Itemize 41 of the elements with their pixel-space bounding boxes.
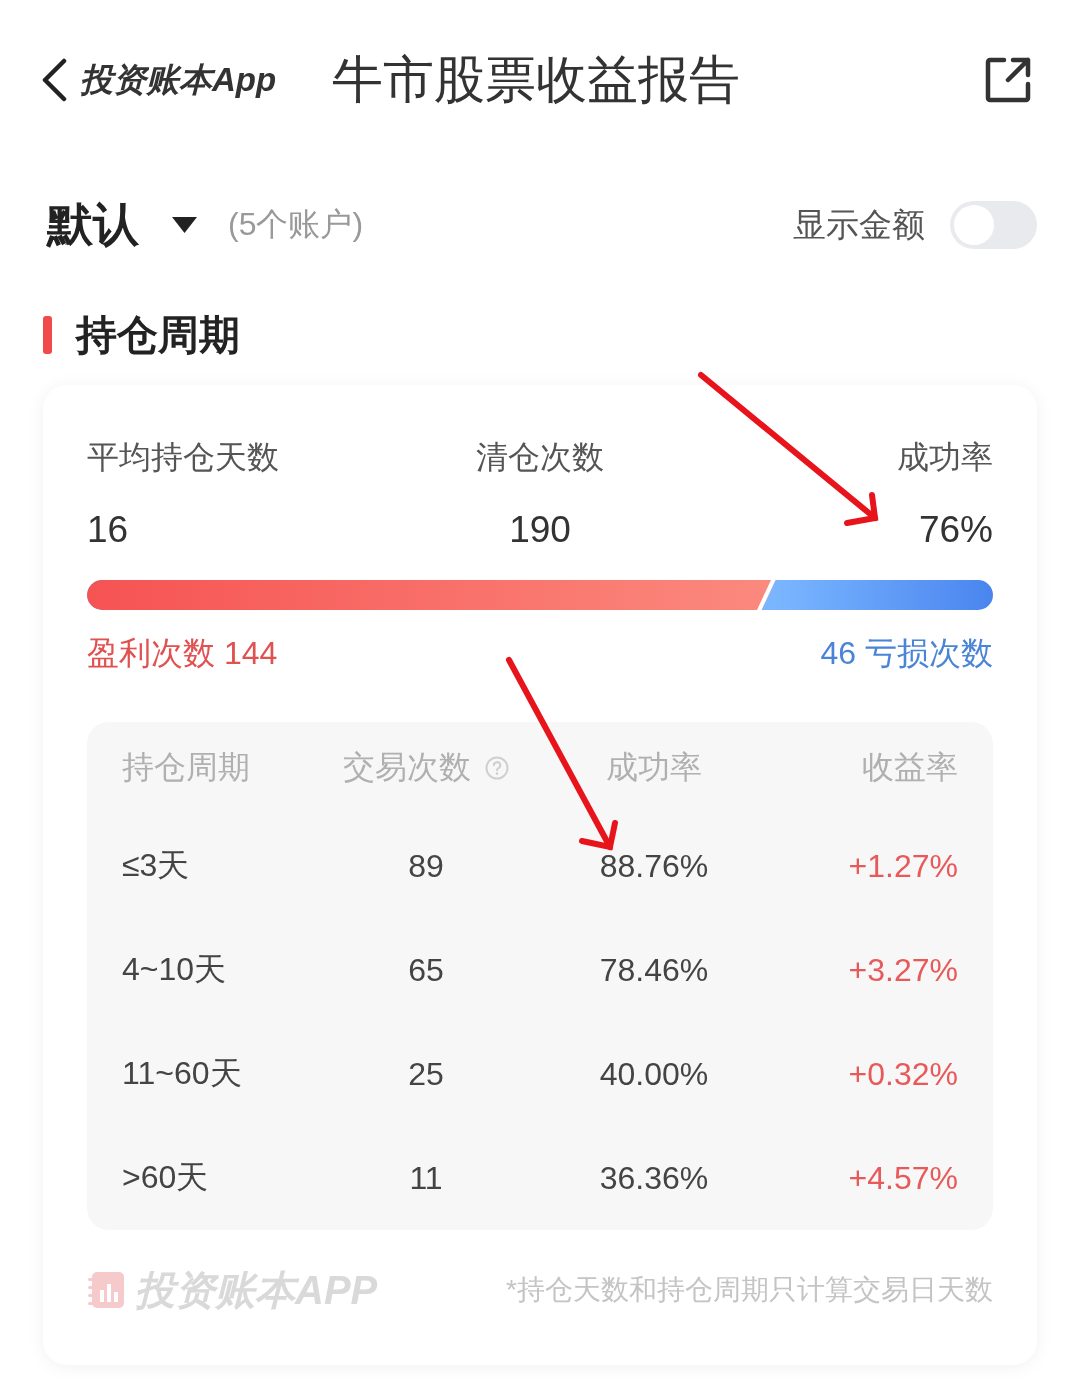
stat-label: 平均持仓天数: [87, 438, 280, 477]
stat-value: 76%: [917, 508, 993, 552]
stat-value: 16: [87, 508, 130, 552]
account-selector[interactable]: 默认: [47, 194, 198, 256]
column-header: 成功率: [606, 748, 702, 787]
table-cell: +3.27%: [848, 951, 958, 988]
table-cell: 36.36%: [599, 1159, 709, 1196]
table-cell: 11~60天: [122, 1055, 242, 1091]
chevron-left-icon: [40, 58, 68, 102]
column-header: 交易次数: [343, 748, 471, 787]
loss-count-label: 46 亏损次数: [820, 634, 993, 673]
table-cell: ≤3天: [122, 847, 190, 883]
table-cell: +1.27%: [848, 847, 958, 884]
caret-down-icon: [171, 216, 198, 234]
table-cell: 11: [409, 1159, 443, 1196]
footnote: *持仓天数和持仓周期只计算交易日天数: [506, 1273, 993, 1307]
table-cell: 78.46%: [599, 951, 709, 988]
app-logo-icon: [87, 1270, 125, 1310]
table-cell: +4.57%: [848, 1159, 958, 1196]
column-header: 持仓周期: [122, 748, 250, 787]
stat-label: 成功率: [896, 438, 993, 477]
table-cell: +0.32%: [848, 1055, 958, 1092]
section-marker-icon: [43, 316, 52, 354]
share-icon[interactable]: [984, 56, 1032, 104]
back-button[interactable]: 投资账本App: [40, 57, 277, 103]
table-cell: 40.00%: [599, 1055, 709, 1092]
table-cell: 88.76%: [599, 847, 709, 884]
table-cell: 4~10天: [122, 951, 227, 987]
show-amount-label: 显示金额: [793, 204, 925, 245]
section-title: 持仓周期: [76, 310, 240, 360]
table-cell: >60天: [122, 1159, 209, 1195]
table-cell: 89: [408, 847, 444, 884]
page-title: 牛市股票收益报告: [332, 50, 741, 111]
stat-value: 190: [508, 508, 572, 552]
help-icon[interactable]: [485, 756, 509, 780]
account-count: (5个账户): [228, 205, 364, 244]
table-cell: 65: [408, 951, 444, 988]
profit-count-label: 盈利次数 144: [87, 634, 278, 673]
table-cell: 25: [408, 1055, 444, 1092]
column-header: 收益率: [862, 748, 958, 787]
stat-label: 清仓次数: [475, 438, 605, 477]
